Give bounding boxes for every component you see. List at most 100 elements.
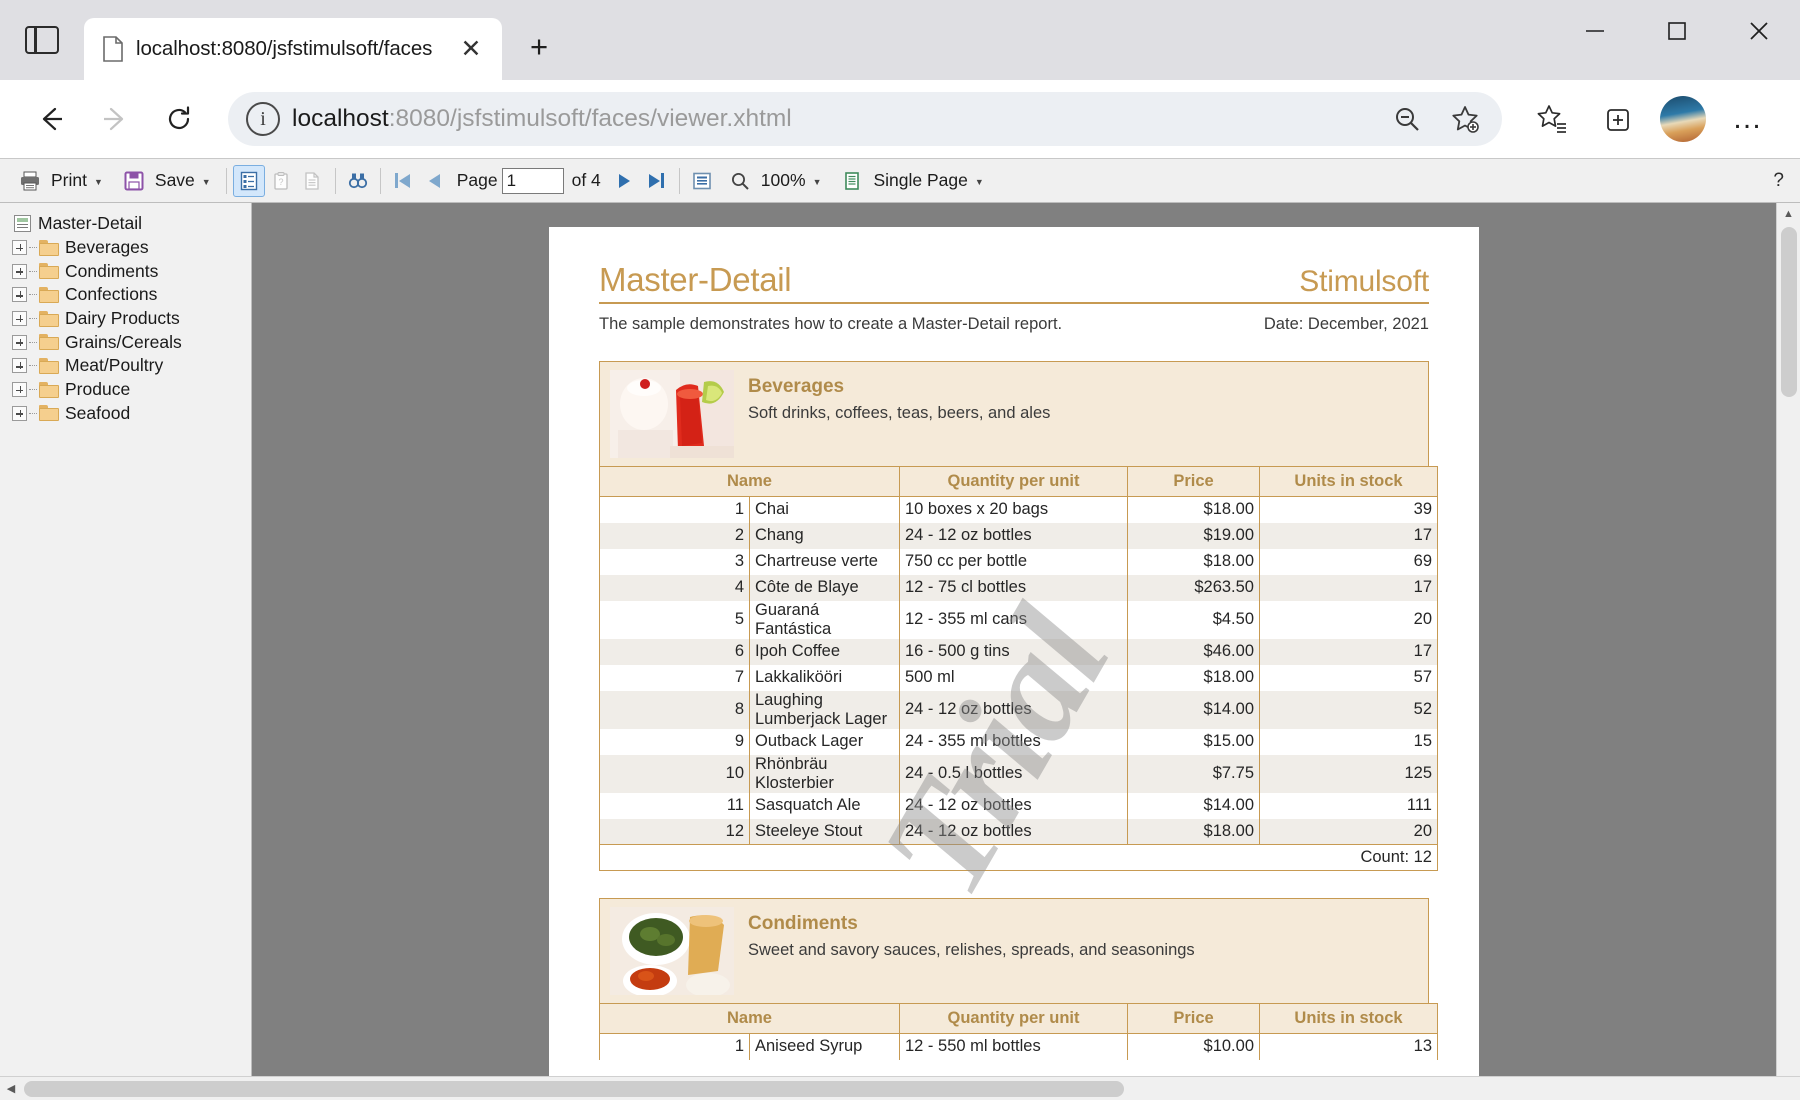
expand-icon[interactable] <box>12 287 27 302</box>
column-header-quantity[interactable]: Quantity per unit <box>900 467 1128 497</box>
table-row[interactable]: 9 Outback Lager 24 - 355 ml bottles $15.… <box>600 729 1438 755</box>
tree-item-condiments[interactable]: Condiments <box>0 259 251 283</box>
zoom-control[interactable]: 100% ▼ <box>718 164 831 198</box>
add-favorite-icon[interactable] <box>1442 96 1488 142</box>
expand-icon[interactable] <box>12 382 27 397</box>
chevron-down-icon[interactable]: ▼ <box>202 177 211 187</box>
report-subheader: The sample demonstrates how to create a … <box>599 315 1429 334</box>
zoom-out-icon[interactable] <box>1384 96 1430 142</box>
row-index: 12 <box>600 819 750 845</box>
column-header-name[interactable]: Name <box>600 467 900 497</box>
favorites-icon[interactable] <box>1522 89 1582 149</box>
expand-icon[interactable] <box>12 311 27 326</box>
table-row[interactable]: 8 Laughing Lumberjack Lager 24 - 12 oz b… <box>600 691 1438 729</box>
scroll-thumb-h[interactable] <box>24 1081 1124 1097</box>
fullscreen-button[interactable] <box>686 165 718 197</box>
cell-quantity: 500 ml <box>900 665 1128 691</box>
resources-button[interactable] <box>297 165 329 197</box>
scroll-up-arrow[interactable]: ▲ <box>1777 203 1800 225</box>
table-row[interactable]: 12 Steeleye Stout 24 - 12 oz bottles $18… <box>600 819 1438 845</box>
products-table-condiments: Name Quantity per unit Price Units in st… <box>599 1003 1438 1060</box>
chevron-down-icon[interactable]: ▼ <box>813 177 822 187</box>
table-row[interactable]: 5 Guaraná Fantástica 12 - 355 ml cans $4… <box>600 601 1438 639</box>
column-header-units[interactable]: Units in stock <box>1260 1004 1438 1034</box>
reload-arrow-icon[interactable] <box>150 90 208 148</box>
tree-item-grains-cereals[interactable]: Grains/Cereals <box>0 330 251 354</box>
table-row[interactable]: 2 Chang 24 - 12 oz bottles $19.00 17 <box>600 523 1438 549</box>
more-icon[interactable]: … <box>1718 89 1778 149</box>
table-row[interactable]: 4 Côte de Blaye 12 - 75 cl bottles $263.… <box>600 575 1438 601</box>
expand-icon[interactable] <box>12 358 27 373</box>
tab-actions-button[interactable] <box>0 0 84 80</box>
profile-avatar[interactable] <box>1660 96 1706 142</box>
column-header-quantity[interactable]: Quantity per unit <box>900 1004 1128 1034</box>
tree-item-root[interactable]: Master-Detail <box>0 212 251 236</box>
expand-icon[interactable] <box>12 335 27 350</box>
table-row[interactable]: 1 Chai 10 boxes x 20 bags $18.00 39 <box>600 497 1438 523</box>
new-tab-button[interactable]: + <box>512 20 566 74</box>
maximize-icon[interactable] <box>1636 0 1718 62</box>
table-row[interactable]: 7 Lakkalikööri 500 ml $18.00 57 <box>600 665 1438 691</box>
table-row[interactable]: 6 Ipoh Coffee 16 - 500 g tins $46.00 17 <box>600 639 1438 665</box>
back-arrow-icon[interactable] <box>22 90 80 148</box>
table-body: 1 Chai 10 boxes x 20 bags $18.00 39 2 Ch… <box>600 497 1438 871</box>
save-button[interactable]: Save ▼ <box>112 164 220 198</box>
expand-icon[interactable] <box>12 406 27 421</box>
forward-arrow-icon[interactable] <box>86 90 144 148</box>
print-button[interactable]: Print ▼ <box>8 164 112 198</box>
column-header-price[interactable]: Price <box>1128 467 1260 497</box>
table-row[interactable]: 10 Rhönbräu Klosterbier 24 - 0.5 l bottl… <box>600 755 1438 793</box>
parameters-button[interactable]: ? <box>265 165 297 197</box>
window-close-icon[interactable] <box>1718 0 1800 62</box>
scroll-thumb[interactable] <box>1781 227 1797 397</box>
tree-item-meat-poultry[interactable]: Meat/Poultry <box>0 354 251 378</box>
column-header-units[interactable]: Units in stock <box>1260 467 1438 497</box>
page-input[interactable] <box>502 168 564 194</box>
address-bar[interactable]: i localhost:8080/jsfstimulsoft/faces/vie… <box>228 92 1502 146</box>
tree-connector <box>29 318 37 319</box>
cell-name: Laughing Lumberjack Lager <box>750 691 900 729</box>
table-row[interactable]: 1 Aniseed Syrup 12 - 550 ml bottles $10.… <box>600 1034 1438 1060</box>
tree-item-dairy-products[interactable]: Dairy Products <box>0 307 251 331</box>
chevron-down-icon[interactable]: ▼ <box>94 177 103 187</box>
cell-quantity: 24 - 12 oz bottles <box>900 691 1128 729</box>
tree-item-produce[interactable]: Produce <box>0 378 251 402</box>
minimize-icon[interactable] <box>1554 0 1636 62</box>
table-row[interactable]: 11 Sasquatch Ale 24 - 12 oz bottles $14.… <box>600 793 1438 819</box>
scroll-left-arrow[interactable]: ◀ <box>0 1077 22 1100</box>
category-description: Soft drinks, coffees, teas, beers, and a… <box>748 404 1050 423</box>
last-page-button[interactable] <box>641 165 673 197</box>
chevron-down-icon[interactable]: ▼ <box>975 177 984 187</box>
document-pane[interactable]: Master-Detail Stimulsoft The sample demo… <box>252 203 1776 1076</box>
row-index: 5 <box>600 601 750 639</box>
help-button[interactable]: ? <box>1773 170 1784 192</box>
previous-page-button[interactable] <box>419 165 451 197</box>
tree-item-beverages[interactable]: Beverages <box>0 236 251 260</box>
horizontal-scrollbar[interactable]: ◀ <box>0 1076 1800 1100</box>
browser-tab[interactable]: localhost:8080/jsfstimulsoft/faces ✕ <box>84 18 502 80</box>
table-row[interactable]: 3 Chartreuse verte 750 cc per bottle $18… <box>600 549 1438 575</box>
page-title: Master-Detail <box>599 261 791 299</box>
tree-item-seafood[interactable]: Seafood <box>0 402 251 426</box>
find-icon[interactable] <box>342 165 374 197</box>
bookmarks-panel-button[interactable] <box>233 165 265 197</box>
category-block-condiments: Condiments Sweet and savory sauces, reli… <box>599 898 1429 1004</box>
column-header-name[interactable]: Name <box>600 1004 900 1034</box>
first-page-button[interactable] <box>387 165 419 197</box>
close-icon[interactable]: ✕ <box>454 32 488 66</box>
next-page-button[interactable] <box>609 165 641 197</box>
report-viewer: Print ▼ Save ▼ <box>0 158 1800 1100</box>
site-info-icon[interactable]: i <box>246 102 280 136</box>
cell-name: Chang <box>750 523 900 549</box>
view-mode-control[interactable]: Single Page ▼ <box>830 164 992 198</box>
column-header-price[interactable]: Price <box>1128 1004 1260 1034</box>
vertical-scrollbar[interactable]: ▲ <box>1776 203 1800 1076</box>
tree-item-confections[interactable]: Confections <box>0 283 251 307</box>
expand-icon[interactable] <box>12 240 27 255</box>
expand-icon[interactable] <box>12 264 27 279</box>
cell-price: $18.00 <box>1128 497 1260 523</box>
row-index: 1 <box>600 1034 750 1060</box>
category-name: Condiments <box>748 913 1195 935</box>
collections-icon[interactable] <box>1588 89 1648 149</box>
category-name: Beverages <box>748 376 1050 398</box>
